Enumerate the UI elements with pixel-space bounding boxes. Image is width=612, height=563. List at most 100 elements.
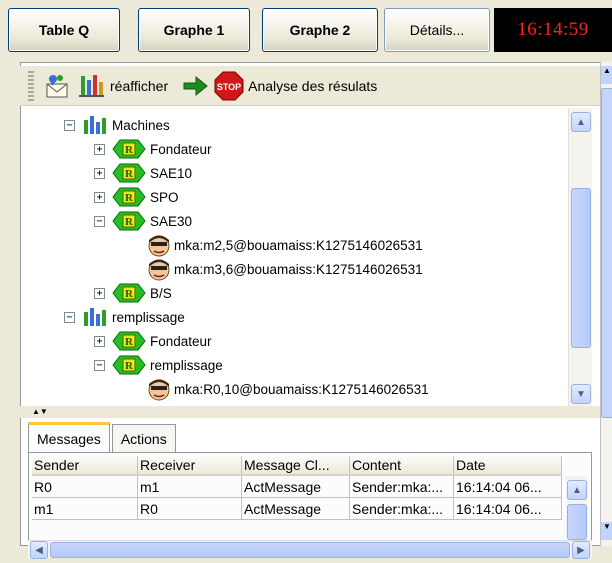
svg-text:R: R <box>125 144 134 156</box>
analysis-label[interactable]: Analyse des résulats <box>248 78 377 94</box>
go-arrow-icon[interactable] <box>180 71 210 101</box>
agent-face-icon <box>148 379 170 401</box>
svg-text:R: R <box>125 216 134 228</box>
r-badge-icon: R <box>112 283 146 303</box>
tree-node-bs[interactable]: + R B/S <box>94 282 172 304</box>
refresh-label[interactable]: réafficher <box>110 78 168 94</box>
cell: R0 <box>32 476 138 497</box>
graphe1-button[interactable]: Graphe 1 <box>138 8 250 52</box>
svg-text:R: R <box>125 192 134 204</box>
table-q-button[interactable]: Table Q <box>8 8 120 52</box>
header-message-class[interactable]: Message Cl... <box>242 456 350 474</box>
tree-node-label: remplissage <box>112 309 185 325</box>
tree-node-machines[interactable]: − Machines <box>64 114 170 136</box>
stop-icon[interactable]: STOP <box>214 71 244 101</box>
tree-node-fondateur[interactable]: + R Fondateur <box>94 138 212 160</box>
tree-node-label: mka:m3,6@bouamaiss:K1275146026531 <box>174 261 423 277</box>
scroll-right[interactable]: ▶ <box>572 541 590 559</box>
tree-node-label: SPO <box>150 189 179 205</box>
collapse-toggle[interactable]: − <box>94 359 105 371</box>
tree-node-label: SAE30 <box>150 213 193 229</box>
tab-messages[interactable]: Messages <box>28 422 110 452</box>
r-badge-icon: R <box>112 355 146 375</box>
tree-node-remplissage[interactable]: − R remplissage <box>94 354 223 376</box>
r-badge-icon: R <box>112 163 146 183</box>
split-divider[interactable]: ▲▼ <box>20 406 600 418</box>
tree-node-agent[interactable]: mka:m3,6@bouamaiss:K1275146026531 <box>146 258 423 281</box>
top-toolbar: Table Q Graphe 1 Graphe 2 Détails... 16:… <box>0 0 612 62</box>
tree-node-label: Fondateur <box>150 333 212 349</box>
messages-table: Sender Receiver Message Cl... Content Da… <box>32 456 562 520</box>
tree-node-label: remplissage <box>150 357 223 373</box>
expand-toggle[interactable]: + <box>94 335 105 347</box>
tree-scrollbar[interactable]: ▲ ▼ <box>568 108 592 406</box>
header-sender[interactable]: Sender <box>32 456 138 474</box>
svg-text:R: R <box>125 360 134 372</box>
tree-node-fondateur-2[interactable]: + R Fondateur <box>94 330 212 352</box>
tree-node-sae30[interactable]: − R SAE30 <box>94 210 192 232</box>
graphe2-button[interactable]: Graphe 2 <box>262 8 378 52</box>
horizontal-scroll-thumb[interactable] <box>50 542 570 558</box>
machines-group-icon <box>84 116 106 134</box>
tree-node-label: mka:m2,5@bouamaiss:K1275146026531 <box>174 237 423 253</box>
header-receiver[interactable]: Receiver <box>138 456 242 474</box>
details-button[interactable]: Détails... <box>384 8 490 52</box>
tree-node-spo[interactable]: + R SPO <box>94 186 179 208</box>
cell: Sender:mka:... <box>350 476 454 497</box>
tree-node-label: Machines <box>112 117 170 133</box>
clock-display: 16:14:59 <box>494 8 612 52</box>
stop-icon-text: STOP <box>217 82 241 92</box>
svg-text:R: R <box>125 168 134 180</box>
table-row[interactable]: m1 R0 ActMessage Sender:mka:... 16:14:04… <box>32 498 562 520</box>
header-date[interactable]: Date <box>454 456 562 474</box>
tree-node-agent[interactable]: mka:m2,5@bouamaiss:K1275146026531 <box>146 234 423 257</box>
tree-scroll-thumb[interactable] <box>571 188 591 348</box>
header-content[interactable]: Content <box>350 456 454 474</box>
outer-scroll-down[interactable]: ▼ <box>601 522 612 540</box>
agent-face-icon <box>148 235 170 257</box>
cell: Sender:mka:... <box>350 498 454 519</box>
table-scrollbar[interactable]: ▲ <box>566 476 588 542</box>
machine-tree: − Machines + R Fondateur + R SAE10 + R S <box>28 108 568 406</box>
tree-scroll-up[interactable]: ▲ <box>571 112 591 132</box>
refresh-icon[interactable] <box>76 71 106 101</box>
table-scroll-thumb[interactable] <box>567 504 587 540</box>
outer-scroll-thumb[interactable] <box>601 88 612 418</box>
expand-toggle[interactable]: + <box>94 143 105 155</box>
cell: ActMessage <box>242 498 350 519</box>
tree-node-remplissage-root[interactable]: − remplissage <box>64 306 185 328</box>
expand-toggle[interactable]: + <box>94 191 105 203</box>
expand-toggle[interactable]: + <box>94 167 105 179</box>
scroll-left[interactable]: ◀ <box>30 541 48 559</box>
tree-node-sae10[interactable]: + R SAE10 <box>94 162 192 184</box>
cell: R0 <box>138 498 242 519</box>
r-badge-icon: R <box>112 211 146 231</box>
expand-toggle[interactable]: + <box>94 287 105 299</box>
r-badge-icon: R <box>112 139 146 159</box>
collapse-toggle[interactable]: − <box>64 311 75 323</box>
table-scroll-up[interactable]: ▲ <box>567 480 587 500</box>
tree-node-label: Fondateur <box>150 141 212 157</box>
tree-scroll-down[interactable]: ▼ <box>571 384 591 404</box>
action-toolbar: réafficher STOP Analyse des résulats <box>20 66 600 106</box>
tab-actions[interactable]: Actions <box>111 424 176 452</box>
split-arrows-icon[interactable]: ▲▼ <box>32 408 48 416</box>
outer-scroll-up[interactable]: ▲ <box>601 66 612 84</box>
cell: ActMessage <box>242 476 350 497</box>
svg-text:R: R <box>125 336 134 348</box>
cell: m1 <box>138 476 242 497</box>
bottom-tabs: Messages Actions <box>28 422 178 452</box>
table-row[interactable]: R0 m1 ActMessage Sender:mka:... 16:14:04… <box>32 476 562 498</box>
mail-machine-icon[interactable] <box>42 71 72 101</box>
cell: 16:14:04 06... <box>454 498 562 519</box>
collapse-toggle[interactable]: − <box>64 119 75 131</box>
horizontal-scrollbar[interactable]: ◀ ▶ <box>28 540 592 559</box>
tree-node-agent[interactable]: mka:R0,10@bouamaiss:K1275146026531 <box>146 378 429 401</box>
outer-scrollbar[interactable]: ▲ ▼ <box>600 62 612 546</box>
r-badge-icon: R <box>112 331 146 351</box>
cell: m1 <box>32 498 138 519</box>
collapse-toggle[interactable]: − <box>94 215 105 227</box>
toolbar-grip[interactable] <box>28 70 34 101</box>
tree-node-label: B/S <box>150 285 172 301</box>
r-badge-icon: R <box>112 187 146 207</box>
